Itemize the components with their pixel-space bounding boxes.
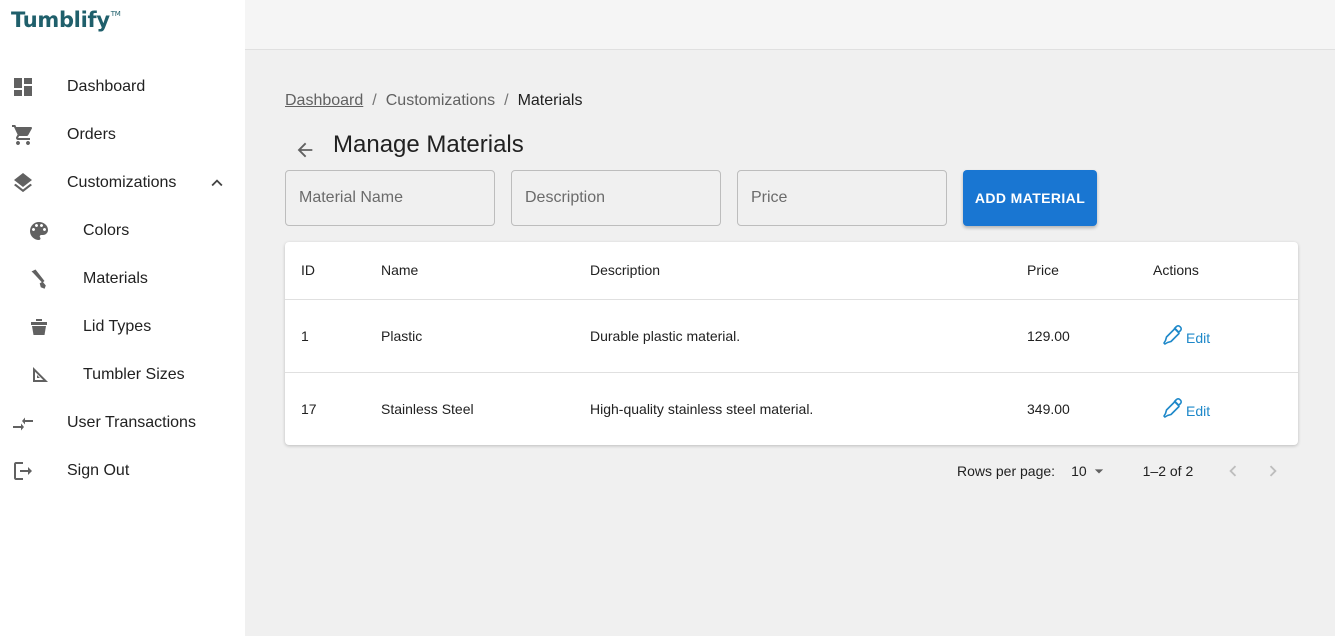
cell-id: 1 — [285, 299, 381, 373]
top-app-bar — [245, 0, 1335, 50]
cell-name: Plastic — [381, 299, 590, 373]
previous-page-button[interactable] — [1221, 459, 1245, 483]
page-range: 1–2 of 2 — [1142, 463, 1194, 479]
materials-table: ID Name Description Price Actions 1 Plas… — [285, 242, 1298, 445]
cell-name: Stainless Steel — [381, 400, 474, 417]
edit-button[interactable]: Edit — [1161, 395, 1210, 419]
sidebar-item-label: Sign Out — [67, 462, 130, 479]
sidebar-item-label: Colors — [83, 222, 130, 239]
sidebar-item-tumbler-sizes[interactable]: Tumbler Sizes — [0, 351, 245, 399]
material-name-input[interactable] — [285, 170, 495, 226]
transfer-icon — [11, 411, 35, 435]
brand-logo[interactable]: TumblifyTM — [11, 8, 121, 32]
column-header-description: Description — [590, 242, 1027, 300]
column-header-id: ID — [285, 242, 381, 300]
sidebar-item-colors[interactable]: Colors — [0, 207, 245, 255]
eyedropper-icon — [1163, 325, 1182, 345]
sidebar-item-sign-out[interactable]: Sign Out — [0, 447, 245, 495]
cell-price: 349.00 — [1027, 400, 1070, 417]
cell-description: Durable plastic material. — [590, 299, 1027, 373]
sidebar-item-label: User Transactions — [67, 414, 196, 431]
breadcrumb-separator: / — [372, 92, 377, 109]
chevron-left-icon — [1229, 465, 1237, 477]
rows-per-page-value: 10 — [1071, 463, 1087, 479]
breadcrumb-link-dashboard[interactable]: Dashboard — [285, 92, 363, 110]
table-pagination: Rows per page: 10 1–2 of 2 — [957, 460, 1285, 482]
rows-per-page-label: Rows per page: — [957, 463, 1056, 479]
brand-name: Tumblify — [11, 8, 110, 32]
trademark-mark: TM — [110, 10, 121, 18]
cell-actions: Edit — [1153, 372, 1298, 445]
dashboard-icon — [11, 75, 35, 99]
layers-icon — [11, 171, 35, 195]
column-header-actions: Actions — [1153, 242, 1298, 300]
material-icon — [27, 267, 51, 291]
price-input[interactable] — [737, 170, 947, 226]
lid-icon — [27, 315, 51, 339]
table-header-row: ID Name Description Price Actions — [285, 242, 1298, 300]
next-page-button[interactable] — [1261, 459, 1285, 483]
breadcrumb-separator: / — [504, 92, 509, 109]
palette-icon — [27, 219, 51, 243]
add-material-button[interactable]: ADD MATERIAL — [963, 170, 1097, 226]
page-title: Manage Materials — [333, 131, 524, 158]
edit-label: Edit — [1186, 403, 1211, 420]
breadcrumb-current: Materials — [517, 92, 583, 109]
edit-label: Edit — [1186, 330, 1211, 346]
description-input[interactable] — [511, 170, 721, 226]
sidebar-item-materials[interactable]: Materials — [0, 255, 245, 303]
sidebar-item-dashboard[interactable]: Dashboard — [0, 63, 245, 111]
arrow-back-icon — [297, 142, 313, 158]
sidebar: TumblifyTM Dashboard Orders Customizatio… — [0, 0, 245, 636]
sidebar-item-label: Customizations — [67, 174, 177, 191]
sidebar-item-label: Tumbler Sizes — [83, 366, 185, 383]
sidebar-item-lid-types[interactable]: Lid Types — [0, 303, 245, 351]
ruler-triangle-icon — [27, 363, 51, 387]
sidebar-item-customizations[interactable]: Customizations — [0, 159, 245, 207]
chevron-up-icon[interactable] — [206, 172, 228, 194]
cell-description: High-quality stainless steel material. — [590, 400, 814, 417]
cell-id: 17 — [301, 400, 317, 417]
eyedropper-icon — [1163, 398, 1182, 419]
sidebar-item-label: Orders — [67, 126, 116, 143]
table-row: 1 Plastic Durable plastic material. 129.… — [285, 299, 1298, 373]
sidebar-item-label: Materials — [83, 270, 148, 287]
chevron-right-icon — [1270, 465, 1277, 477]
sidebar-item-user-transactions[interactable]: User Transactions — [0, 399, 245, 447]
breadcrumb-item-customizations: Customizations — [385, 92, 496, 109]
sidebar-item-orders[interactable]: Orders — [0, 111, 245, 159]
logout-icon — [11, 459, 35, 483]
sidebar-item-label: Lid Types — [83, 318, 152, 335]
table-row: 17 Stainless Steel High-quality stainles… — [285, 372, 1298, 445]
edit-button[interactable]: Edit — [1161, 322, 1210, 346]
sidebar-item-label: Dashboard — [67, 78, 146, 95]
back-button[interactable] — [292, 138, 318, 162]
rows-per-page-select[interactable]: 10 — [1071, 461, 1109, 481]
column-header-name: Name — [381, 242, 590, 300]
cell-price: 129.00 — [1027, 299, 1153, 373]
dropdown-arrow-icon — [1094, 469, 1103, 474]
cell-actions: Edit — [1153, 299, 1298, 373]
breadcrumb: Dashboard / Customizations / Materials — [285, 92, 582, 110]
cart-icon — [11, 123, 35, 147]
column-header-price: Price — [1027, 242, 1153, 300]
